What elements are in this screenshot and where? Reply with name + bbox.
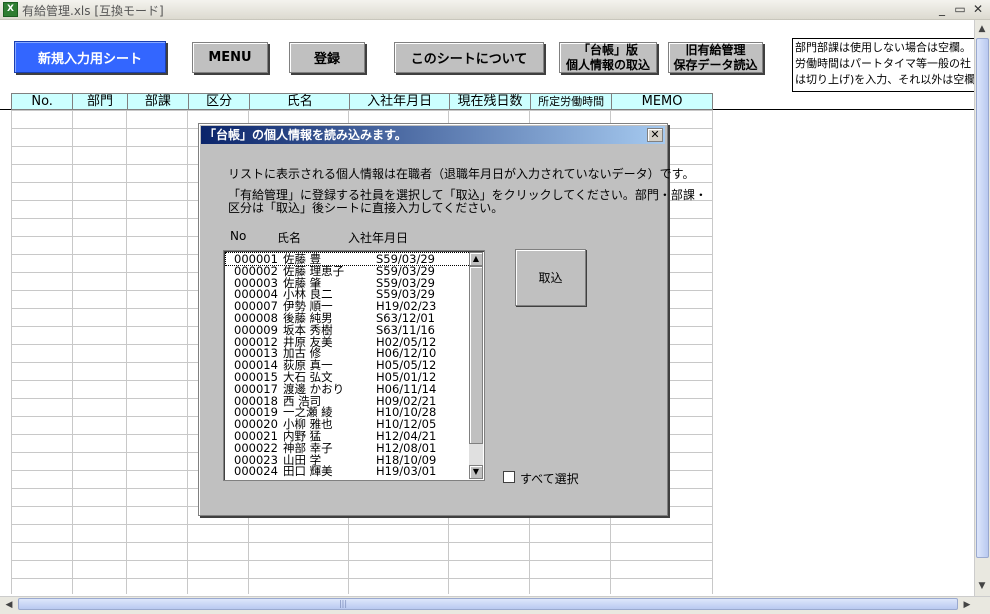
close-window-button[interactable]: ✕ — [970, 2, 986, 17]
grid-line — [712, 110, 713, 594]
column-header-row: No. 部門 部課 区分 氏名 入社年月日 現在残日数 所定労働時間 MEMO — [11, 93, 713, 110]
dialog-title: 「台帳」の個人情報を読み込みます。 — [201, 126, 665, 144]
employee-list-item[interactable]: 000024 田口 輝美 H19/03/01 — [226, 465, 470, 477]
select-all-label[interactable]: すべて選択 — [520, 470, 579, 487]
employee-name: 坂本 秀樹 — [283, 322, 333, 337]
note-line: は切り上げ)を入力、それ以外は空欄 — [795, 73, 976, 86]
employee-list-item[interactable]: 000002 佐藤 理恵子 S59/03/29 — [226, 265, 470, 277]
grid-line — [126, 110, 127, 594]
col-header-dept[interactable]: 部門 — [73, 94, 128, 109]
employee-hire-date: H12/08/01 — [376, 440, 437, 455]
menu-button[interactable]: MENU — [192, 42, 268, 73]
employee-hire-date: S59/03/29 — [376, 263, 435, 278]
employee-listbox[interactable]: 000001 佐藤 豊 S59/03/29 000002 佐藤 理恵子 S59/03/29… — [223, 250, 485, 481]
employee-no: 000009 — [234, 322, 278, 337]
vertical-scroll-thumb[interactable] — [976, 38, 989, 558]
col-header-section[interactable]: 部課 — [128, 94, 189, 109]
horizontal-scroll-thumb[interactable] — [18, 598, 958, 610]
dialog-message-1: リストに表示される個人情報は在職者（退職年月日が入力されていないデータ）です。 — [228, 167, 695, 181]
employee-list-item[interactable]: 000022 神部 幸子 H12/08/01 — [226, 442, 470, 454]
employee-no: 000017 — [234, 381, 278, 396]
scroll-down-arrow-icon[interactable]: ▼ — [975, 578, 989, 594]
minimize-button[interactable]: _ — [934, 2, 950, 17]
old-data-load-button[interactable]: 旧有給管理 保存データ読込 — [668, 42, 763, 73]
employee-no: 000024 — [234, 464, 278, 479]
list-header-no: No — [230, 229, 247, 243]
window-title: 有給管理.xls [互換モード] — [22, 4, 164, 18]
old-data-line2: 保存データ読込 — [673, 57, 758, 72]
col-header-memo[interactable]: MEMO — [612, 94, 712, 109]
scroll-right-arrow-icon[interactable]: ▶ — [960, 597, 974, 613]
list-header-name: 氏名 — [277, 231, 302, 245]
employee-name: 渡邊 かおり — [283, 381, 345, 396]
grid-line — [72, 110, 73, 594]
employee-list-item[interactable]: 000017 渡邊 かおり H06/11/14 — [226, 383, 470, 395]
note-line: 部門部課は使用しない場合は空欄。 — [795, 41, 971, 54]
note-line: 労働時間はパートタイマ等一般の社 — [795, 57, 971, 70]
scroll-left-arrow-icon[interactable]: ◀ — [2, 597, 16, 613]
grip-icon: ||| — [338, 599, 348, 608]
about-sheet-button[interactable]: このシートについて — [394, 42, 544, 73]
col-header-work-hours[interactable]: 所定労働時間 — [531, 94, 613, 109]
import-button[interactable]: 取込 — [515, 249, 586, 306]
employee-name: 神部 幸子 — [283, 440, 333, 455]
col-header-name[interactable]: 氏名 — [250, 94, 351, 109]
list-scroll-down-icon[interactable]: ▼ — [469, 465, 483, 479]
employee-name: 田口 輝美 — [283, 464, 333, 479]
col-header-remaining-days[interactable]: 現在残日数 — [450, 94, 532, 109]
col-header-category[interactable]: 区分 — [189, 94, 251, 109]
grid-line — [187, 110, 188, 594]
list-scroll-up-icon[interactable]: ▲ — [469, 252, 483, 266]
employee-hire-date: H06/11/14 — [376, 381, 437, 396]
employee-no: 000002 — [234, 263, 278, 278]
ledger-import-button[interactable]: 「台帳」版 個人情報の取込 — [559, 42, 657, 73]
dialog-close-button[interactable]: ✕ — [647, 128, 663, 142]
ledger-import-line1: 「台帳」版 — [577, 42, 638, 57]
employee-hire-date: S63/11/16 — [376, 322, 435, 337]
col-header-hire-date[interactable]: 入社年月日 — [350, 94, 450, 109]
register-button[interactable]: 登録 — [289, 42, 365, 73]
list-scroll-thumb[interactable] — [469, 266, 483, 444]
list-header-hire-date: 入社年月日 — [348, 231, 409, 245]
employee-name: 佐藤 理恵子 — [283, 263, 345, 278]
old-data-line1: 旧有給管理 — [685, 42, 746, 57]
employee-list-item[interactable]: 000009 坂本 秀樹 S63/11/16 — [226, 324, 470, 336]
dialog-message-3: 区分は「取込」後シートに直接入力してください。 — [228, 201, 504, 215]
ledger-import-line2: 個人情報の取込 — [565, 57, 650, 72]
new-entry-sheet-button[interactable]: 新規入力用シート — [14, 41, 166, 73]
col-header-no[interactable]: No. — [12, 94, 74, 109]
instruction-note: 部門部課は使用しない場合は空欄。 労働時間はパートタイマ等一般の社 は切り上げ)… — [792, 38, 990, 92]
restore-button[interactable]: ▭ — [952, 2, 968, 17]
select-all-checkbox[interactable] — [503, 471, 515, 483]
employee-no: 000022 — [234, 440, 278, 455]
excel-icon: X — [3, 2, 18, 17]
scroll-up-arrow-icon[interactable]: ▲ — [975, 21, 989, 37]
employee-hire-date: H19/03/01 — [376, 464, 437, 479]
